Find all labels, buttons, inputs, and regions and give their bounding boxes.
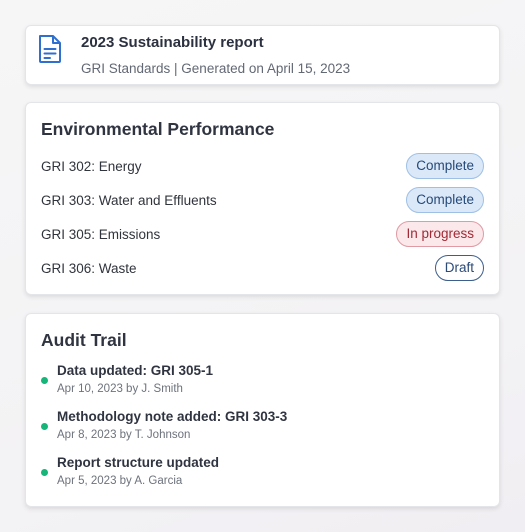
environmental-section-title: Environmental Performance (41, 119, 275, 139)
report-subtitle: GRI Standards | Generated on April 15, 2… (81, 61, 351, 76)
status-badge[interactable]: Complete (406, 153, 484, 179)
report-header-card: 2023 Sustainability report GRI Standards… (25, 25, 500, 85)
env-row-emissions[interactable]: GRI 305: Emissions In progress (41, 221, 484, 247)
audit-item-title: Data updated: GRI 305-1 (57, 363, 214, 378)
env-row-label: GRI 302: Energy (41, 158, 142, 174)
status-dot-icon (41, 377, 48, 384)
status-dot-icon (41, 469, 48, 476)
audit-section-title: Audit Trail (41, 330, 127, 350)
env-row-label: GRI 305: Emissions (41, 226, 161, 242)
audit-item-title: Report structure updated (57, 455, 220, 470)
status-badge[interactable]: In progress (396, 221, 484, 247)
audit-item-meta: Apr 5, 2023 by A. Garcia (57, 475, 183, 487)
environmental-performance-card: Environmental Performance GRI 302: Energ… (25, 102, 500, 295)
audit-item-meta: Apr 8, 2023 by T. Johnson (57, 429, 191, 441)
document-icon (39, 35, 61, 63)
status-badge[interactable]: Complete (406, 187, 484, 213)
env-row-label: GRI 306: Waste (41, 260, 137, 276)
env-row-waste[interactable]: GRI 306: Waste Draft (41, 255, 484, 281)
audit-item[interactable]: Methodology note added: GRI 303-3 Apr 8,… (41, 409, 484, 445)
status-dot-icon (41, 423, 48, 430)
audit-item[interactable]: Data updated: GRI 305-1 Apr 10, 2023 by … (41, 363, 484, 399)
env-row-energy[interactable]: GRI 302: Energy Complete (41, 153, 484, 179)
status-badge[interactable]: Draft (434, 255, 484, 281)
audit-trail-card: Audit Trail Data updated: GRI 305-1 Apr … (25, 313, 500, 507)
audit-item[interactable]: Report structure updated Apr 5, 2023 by … (41, 455, 484, 491)
env-row-water[interactable]: GRI 303: Water and Effluents Complete (41, 187, 484, 213)
env-row-label: GRI 303: Water and Effluents (41, 192, 217, 208)
audit-item-meta: Apr 10, 2023 by J. Smith (57, 383, 183, 395)
report-title: 2023 Sustainability report (81, 34, 264, 51)
audit-item-title: Methodology note added: GRI 303-3 (57, 409, 288, 424)
